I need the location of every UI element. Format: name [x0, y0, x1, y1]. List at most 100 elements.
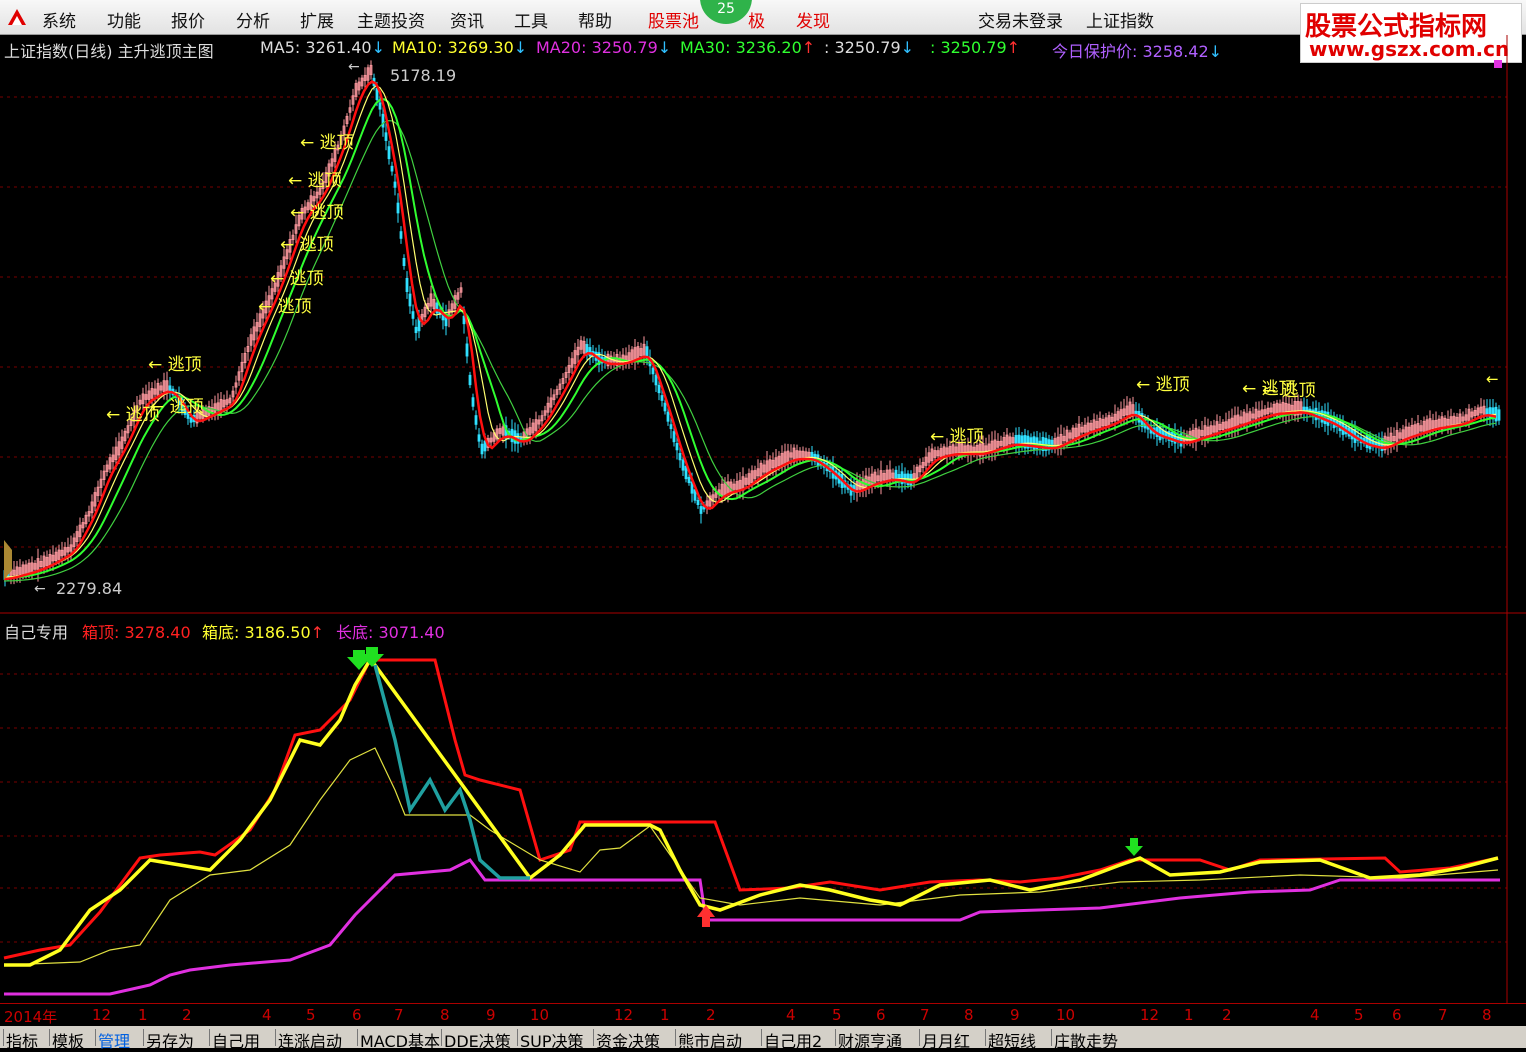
menu-tools[interactable]: 工具 — [514, 7, 548, 32]
ma20-down-arrow-icon: ↓ — [657, 38, 672, 57]
escape-label: ← 逃顶 — [148, 355, 202, 375]
time-tick: 1 — [1184, 1006, 1194, 1024]
time-tick: 9 — [1010, 1006, 1020, 1024]
time-tick: 4 — [1310, 1006, 1320, 1024]
menu-system[interactable]: 系统 — [42, 7, 76, 32]
time-axis: 2014年 12 1 2 4 5 6 7 8 9 10 12 1 2 4 5 6 7 8 9 10 12 1 2 4 5 6 7 8 — [0, 1003, 1526, 1026]
indicator-tabs: 指标 模板 管理 另存为 自己用 连涨启动 MACD基本 DDE决策 SUP决策 资金决策 熊市启动… — [0, 1026, 1526, 1051]
box-bottom-up-arrow-icon: ↑ — [310, 623, 325, 642]
tab-separator — [95, 1029, 96, 1046]
time-tick: 7 — [1438, 1006, 1448, 1024]
time-tick: 8 — [1482, 1006, 1492, 1024]
menu-help[interactable]: 帮助 — [578, 7, 612, 32]
tab-2[interactable]: 管理 — [98, 1028, 130, 1052]
value-1-down-arrow-icon: ↓ — [900, 38, 915, 57]
ma30-value: MA30: 3236.20 — [680, 38, 802, 57]
time-tick: 12 — [614, 1006, 634, 1024]
low-price-label: 2279.84 — [56, 579, 122, 598]
time-tick: 4 — [786, 1006, 796, 1024]
high-arrow-icon: ← — [348, 59, 360, 75]
tab-0[interactable]: 指标 — [6, 1028, 38, 1052]
tab-separator — [49, 1029, 50, 1046]
time-tick: 1 — [138, 1006, 148, 1024]
box-top-line — [3, 658, 1499, 960]
escape-label: ← 逃顶 — [288, 171, 342, 191]
long-bottom-line — [4, 858, 1500, 996]
menu-hidden-item[interactable]: 极 — [748, 7, 765, 32]
time-tick: 2 — [1222, 1006, 1232, 1024]
escape-label: ← 逃顶 — [280, 235, 334, 255]
menu-news[interactable]: 资讯 — [450, 7, 484, 32]
time-tick: 7 — [394, 1006, 404, 1024]
kline-chart[interactable]: ← 逃顶 ← 逃顶 ← 逃顶 ← 逃顶 ← 逃顶 ← 逃顶 ← 逃顶 ← 逃顶 ← 逃顶 ← 逃顶… — [0, 35, 1526, 1003]
time-tick: 5 — [306, 1006, 316, 1024]
tab-6[interactable]: MACD基本 — [360, 1028, 440, 1052]
ma5-value: MA5: 3261.40 — [260, 38, 372, 57]
menu-theme-invest[interactable]: 主题投资 — [357, 7, 425, 32]
time-tick: 10 — [530, 1006, 550, 1024]
menu-extend[interactable]: 扩展 — [300, 7, 334, 32]
notification-badge[interactable]: 25 — [700, 0, 752, 24]
tab-5[interactable]: 连涨启动 — [278, 1028, 342, 1052]
tab-separator — [209, 1029, 210, 1046]
tab-13[interactable]: 月月红 — [922, 1028, 970, 1052]
menu-stock-pool[interactable]: 股票池 — [648, 7, 699, 32]
tab-11[interactable]: 自己用2 — [764, 1028, 822, 1052]
ma20-line — [3, 98, 1497, 579]
value-2-up-arrow-icon: ↑ — [1006, 38, 1021, 57]
corner-marker-icon — [1494, 60, 1502, 68]
time-tick: 1 — [660, 1006, 670, 1024]
tab-separator — [919, 1029, 920, 1046]
ma10-value: MA10: 3269.30 — [392, 38, 514, 57]
tab-7[interactable]: DDE决策 — [444, 1028, 511, 1052]
high-price-label: 5178.19 — [390, 66, 456, 85]
menu-discover[interactable]: 发现 — [796, 7, 830, 32]
tab-separator — [761, 1029, 762, 1046]
tab-1[interactable]: 模板 — [52, 1028, 84, 1052]
tab-15[interactable]: 庄散走势 — [1054, 1028, 1118, 1052]
ma20-value: MA20: 3250.79 — [536, 38, 658, 57]
ma30-line — [3, 119, 1497, 582]
tab-8[interactable]: SUP决策 — [520, 1028, 584, 1052]
tab-3[interactable]: 另存为 — [146, 1028, 194, 1052]
tab-14[interactable]: 超短线 — [988, 1028, 1036, 1052]
tab-separator — [357, 1029, 358, 1046]
time-tick: 8 — [964, 1006, 974, 1024]
protect-down-arrow-icon: ↓ — [1208, 42, 1223, 61]
time-tick: 6 — [876, 1006, 886, 1024]
tab-10[interactable]: 熊市启动 — [678, 1028, 742, 1052]
ma10-line — [3, 85, 1497, 578]
down-arrow-icon-2 — [1125, 838, 1143, 856]
signal-line — [3, 747, 1499, 966]
tab-4[interactable]: 自己用 — [212, 1028, 260, 1052]
tab-separator — [1051, 1029, 1052, 1046]
tab-separator — [835, 1029, 836, 1046]
tab-separator — [3, 1029, 4, 1046]
login-status[interactable]: 交易未登录 — [978, 7, 1063, 32]
value-1: : 3250.79 — [824, 38, 901, 57]
candlestick-series — [3, 60, 1501, 587]
menu-function[interactable]: 功能 — [107, 7, 141, 32]
ma5-line — [3, 80, 1497, 581]
current-index-name: 上证指数 — [1086, 12, 1154, 32]
menu-quote[interactable]: 报价 — [171, 7, 205, 32]
escape-label: ← 逃顶 — [150, 397, 204, 417]
tab-separator — [143, 1029, 144, 1046]
tab-separator — [275, 1029, 276, 1046]
time-tick: 12 — [1140, 1006, 1160, 1024]
main-panel-title: 上证指数(日线) 主升逃顶主图 — [4, 42, 214, 61]
time-tick: 5 — [1354, 1006, 1364, 1024]
box-top-value: 箱顶: 3278.40 — [82, 623, 191, 642]
tab-12[interactable]: 财源亨通 — [838, 1028, 902, 1052]
sub-panel-title: 自己专用 — [4, 623, 69, 642]
value-2: : 3250.79 — [930, 38, 1007, 57]
tab-9[interactable]: 资金决策 — [596, 1028, 660, 1052]
long-bottom-value: 长底: 3071.40 — [336, 623, 445, 642]
time-tick: 9 — [486, 1006, 496, 1024]
tab-separator — [675, 1029, 676, 1046]
time-tick: 7 — [920, 1006, 930, 1024]
time-tick: 6 — [1392, 1006, 1402, 1024]
tab-separator — [985, 1029, 986, 1046]
time-tick: 10 — [1056, 1006, 1076, 1024]
menu-analysis[interactable]: 分析 — [236, 7, 270, 32]
